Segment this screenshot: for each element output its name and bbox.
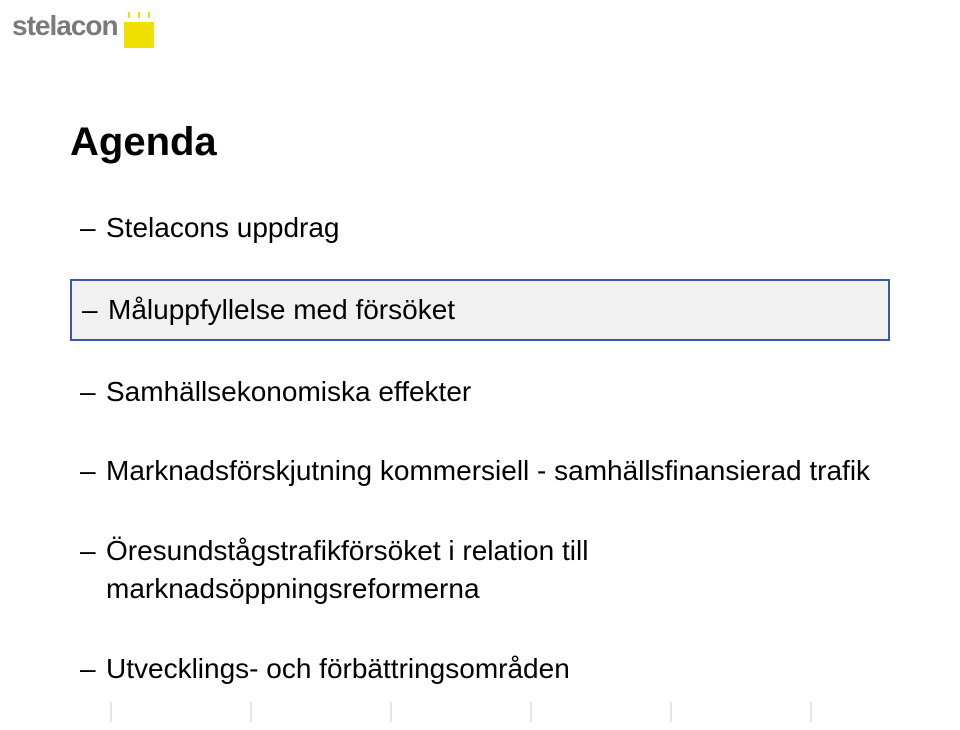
dash-icon: – (80, 532, 96, 570)
dash-icon: – (80, 650, 96, 688)
agenda-item-text: Utvecklings- och förbättringsområden (106, 653, 570, 684)
agenda-item-highlighted: – Måluppfyllelse med försöket (70, 279, 890, 341)
brand-logo: stelacon (12, 12, 160, 48)
dash-icon: – (82, 291, 98, 329)
agenda-item: – Utvecklings- och förbättringsområden (70, 640, 890, 698)
footer-ticks-icon (0, 702, 960, 722)
dash-icon: – (80, 452, 96, 490)
agenda-item: – Öresundstågstrafikförsöket i relation … (70, 522, 890, 618)
dash-icon: – (80, 373, 96, 411)
brand-mark-icon (124, 12, 160, 48)
agenda-item: – Marknadsförskjutning kommersiell - sam… (70, 442, 890, 500)
brand-name: stelacon (12, 12, 118, 40)
agenda-item-text: Samhällsekonomiska effekter (106, 376, 471, 407)
agenda-item-text: Marknadsförskjutning kommersiell - samhä… (106, 455, 870, 486)
agenda-item-text: Öresundstågstrafikförsöket i relation ti… (106, 535, 588, 604)
agenda-item: – Stelacons uppdrag (70, 199, 890, 257)
dash-icon: – (80, 209, 96, 247)
slide-title: Agenda (70, 120, 890, 165)
agenda-item: – Samhällsekonomiska effekter (70, 363, 890, 421)
slide-content: Agenda – Stelacons uppdrag – Måluppfylle… (70, 120, 890, 720)
agenda-list: – Stelacons uppdrag – Måluppfyllelse med… (70, 199, 890, 698)
agenda-item-text: Stelacons uppdrag (106, 212, 340, 243)
agenda-item-text: Måluppfyllelse med försöket (108, 294, 455, 325)
